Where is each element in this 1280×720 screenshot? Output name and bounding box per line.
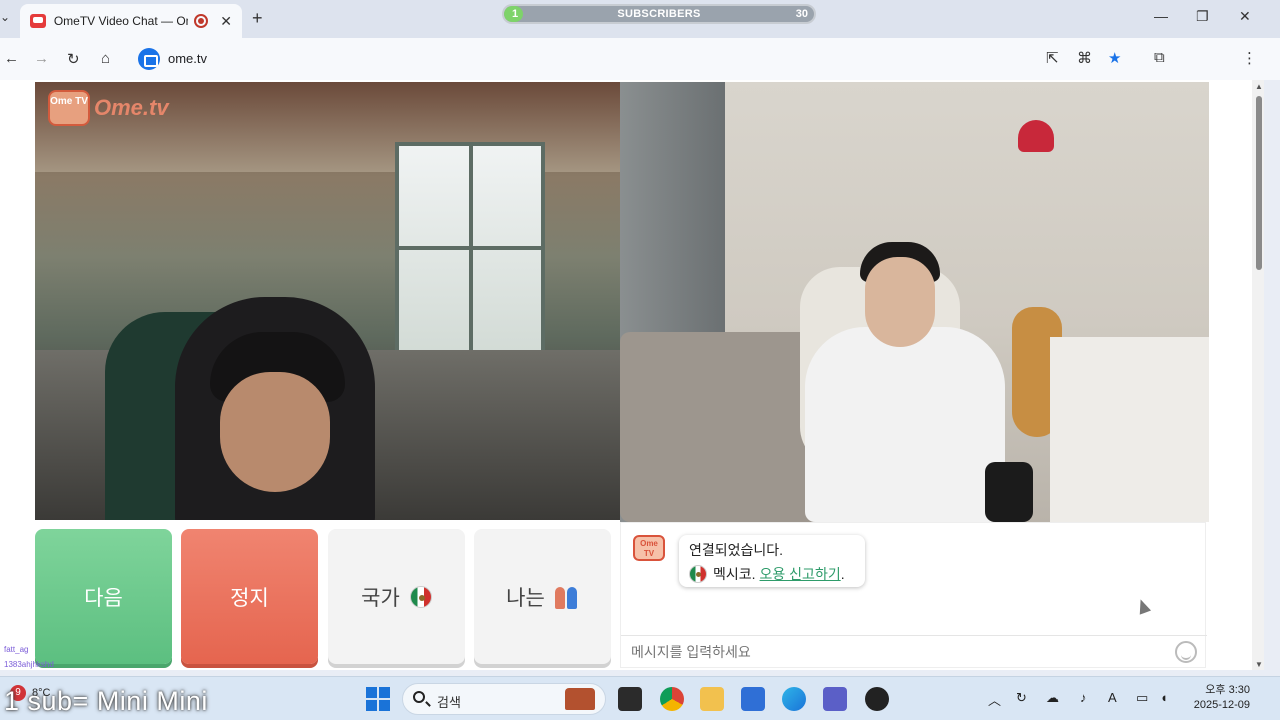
chat-message-input[interactable] — [631, 644, 1151, 660]
obs-icon[interactable] — [865, 687, 889, 711]
scroll-up-icon[interactable]: ▲ — [1255, 82, 1263, 91]
new-tab-button[interactable]: + — [252, 8, 263, 29]
search-icon — [413, 691, 425, 703]
sync-icon[interactable]: ↻ — [1016, 690, 1027, 706]
ometv-system-avatar: Ome TV — [633, 535, 665, 561]
ometv-logo-text: Ome.tv — [94, 95, 169, 120]
tray-overflow-icon[interactable]: ︿ — [988, 690, 1001, 709]
close-window-icon[interactable]: ✕ — [1239, 8, 1251, 25]
restore-icon[interactable]: ❐ — [1196, 8, 1209, 25]
taskbar-clock[interactable]: 오후 3:30 2025-12-09 — [1184, 683, 1250, 713]
browser-tab[interactable]: OmeTV Video Chat — Om ✕ — [20, 4, 242, 38]
back-icon[interactable]: ← — [4, 50, 19, 67]
clock-date: 2025-12-09 — [1193, 699, 1250, 711]
search-highlight-icon — [565, 688, 595, 710]
store-icon[interactable] — [741, 687, 765, 711]
tab-search-chevron-icon[interactable]: ⌄ — [0, 10, 14, 28]
close-tab-icon[interactable]: ✕ — [220, 13, 232, 30]
subscriber-goal-label: SUBSCRIBERS — [617, 8, 701, 20]
country-button-label: 국가 — [361, 586, 400, 610]
volume-icon[interactable]: ◖ — [1160, 690, 1168, 705]
subscriber-goal-target: 30 — [795, 8, 808, 20]
country-button[interactable]: 국가 — [328, 529, 465, 664]
next-button-label: 다음 — [84, 586, 123, 610]
home-icon[interactable]: ⌂ — [101, 50, 110, 67]
translate-icon[interactable]: ⌘ — [1077, 49, 1092, 67]
microphone-icon[interactable]: ♪ — [1080, 690, 1087, 705]
chat-panel: Ome TV 연결되었습니다. 멕시코. 오용 신고하기 . — [620, 522, 1207, 669]
minimize-icon[interactable]: — — [1154, 8, 1168, 24]
stream-chat-user-1: fatt_ag — [4, 645, 29, 654]
address-bar[interactable]: ome.tv — [134, 44, 1034, 74]
site-info-icon[interactable] — [138, 48, 160, 70]
network-icon[interactable]: ☁ — [1046, 690, 1059, 706]
cast-icon[interactable]: ⇱ — [1046, 49, 1059, 67]
stream-chat-user-2: 1383ahjhkshd — [4, 660, 54, 669]
stop-button-label: 정지 — [230, 586, 269, 610]
mexico-flag-icon — [409, 585, 432, 608]
ometv-logo: Ome TV Ome.tv — [48, 90, 169, 126]
mouse-cursor-icon — [1134, 597, 1152, 615]
tab-title: OmeTV Video Chat — Om — [53, 14, 189, 28]
stranger-video — [35, 82, 620, 520]
extensions-icon[interactable]: ⧉ — [1154, 49, 1165, 66]
input-method-icon[interactable]: A — [1108, 690, 1117, 705]
scrollbar-thumb[interactable] — [1256, 96, 1262, 270]
couple-icon — [554, 585, 579, 609]
url-text: ome.tv — [168, 51, 208, 66]
teams-icon[interactable] — [823, 687, 847, 711]
search-label: 검색 — [437, 695, 461, 710]
edge-icon[interactable] — [782, 687, 806, 711]
connected-message: 연결되었습니다. — [689, 542, 784, 558]
forward-icon[interactable]: → — [34, 50, 49, 67]
browser-toolbar: ← → ↻ ⌂ ome.tv ⇱ ⌘ ★ ⧉ ⋮ — [0, 38, 1280, 106]
subscriber-goal-bar: 1 SUBSCRIBERS 30 — [502, 4, 816, 24]
gender-button[interactable]: 나는 — [474, 529, 611, 664]
ometv-logo-badge: Ome TV — [48, 90, 90, 126]
reload-icon[interactable]: ↻ — [67, 50, 80, 68]
start-button[interactable] — [366, 687, 390, 711]
chat-input-row — [621, 635, 1207, 669]
sub-goal-overlay-text: 1 sub= Mini Mini — [4, 686, 208, 716]
stop-button[interactable]: 정지 — [181, 529, 318, 664]
taskbar-search[interactable]: 검색 — [402, 683, 606, 715]
bookmark-star-icon[interactable]: ★ — [1108, 49, 1121, 67]
mexico-flag-icon — [689, 565, 707, 583]
clock-time: 오후 3:30 — [1205, 684, 1250, 696]
scroll-down-icon[interactable]: ▼ — [1255, 660, 1263, 669]
browser-menu-icon[interactable]: ⋮ — [1242, 49, 1257, 67]
task-view-icon[interactable] — [618, 687, 642, 711]
file-explorer-icon[interactable] — [700, 687, 724, 711]
report-abuse-link[interactable]: 오용 신고하기 — [760, 564, 841, 584]
self-video — [620, 82, 1209, 522]
next-button[interactable]: 다음 — [35, 529, 172, 664]
browser-tab-strip: ⌄ OmeTV Video Chat — Om ✕ + 1 SUBSCRIBER… — [0, 0, 1280, 38]
display-icon[interactable]: ▭ — [1136, 690, 1148, 706]
chrome-icon[interactable] — [660, 687, 684, 711]
partner-country: 멕시코. — [713, 566, 756, 582]
emoji-icon[interactable] — [1175, 641, 1197, 663]
report-link-suffix: . — [840, 566, 845, 582]
gender-button-label: 나는 — [506, 586, 545, 610]
ometv-favicon-icon — [30, 14, 46, 28]
system-message-bubble: 연결되었습니다. 멕시코. 오용 신고하기 . — [679, 535, 865, 587]
recording-icon — [194, 14, 209, 28]
